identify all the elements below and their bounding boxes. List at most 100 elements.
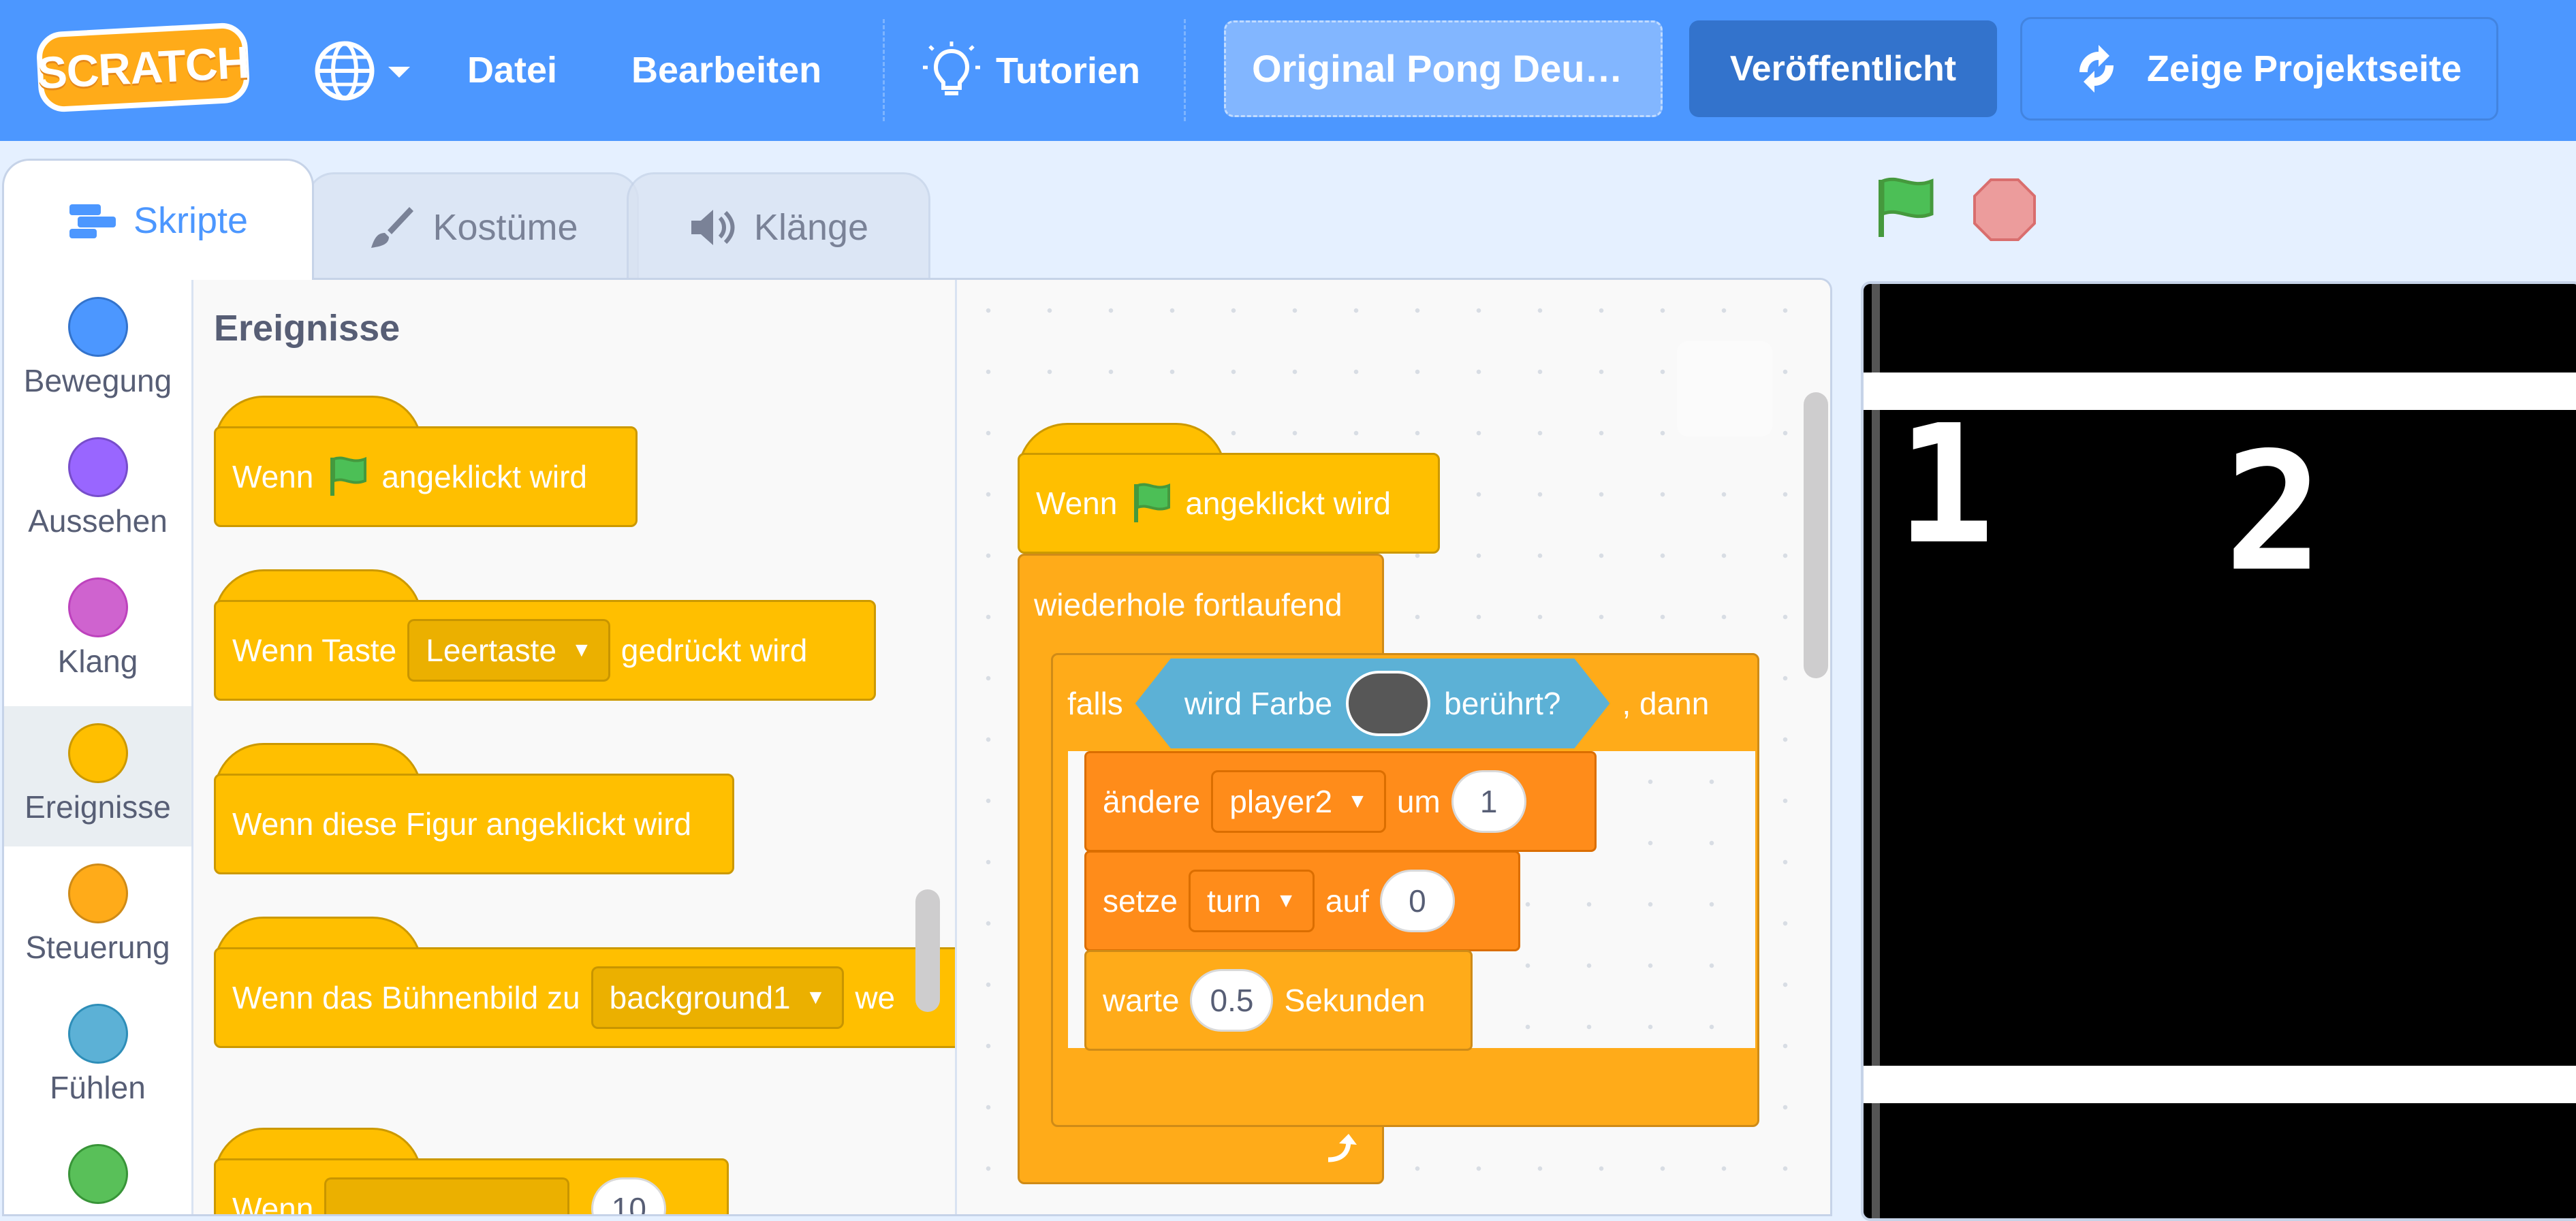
globe-icon xyxy=(315,41,375,101)
tab-costumes[interactable]: Kostüme xyxy=(307,172,639,280)
category-label: Aussehen xyxy=(28,503,168,539)
dropdown-value: Leertaste xyxy=(426,633,557,668)
touching-color-block[interactable]: wird Farbe berührt? xyxy=(1135,659,1610,748)
forever-label: wiederhole fortlaufend xyxy=(1034,587,1342,622)
change-amount-input[interactable]: 1 xyxy=(1451,770,1526,833)
tutorials-menu[interactable]: Tutorien xyxy=(921,0,1140,141)
block-text: Wenn Taste xyxy=(232,633,397,668)
block-text: setze xyxy=(1103,883,1178,919)
block-text: auf xyxy=(1325,883,1369,919)
scratch-logo[interactable]: SCRATCH xyxy=(35,21,251,114)
category-dot xyxy=(67,437,128,497)
workspace-scrollbar[interactable] xyxy=(1804,392,1828,678)
stage[interactable]: 1 2 xyxy=(1861,281,2576,1221)
tutorials-label: Tutorien xyxy=(996,50,1140,91)
category-control[interactable]: Steuerung xyxy=(4,846,191,987)
when-loudness-block[interactable]: Wenn 10 xyxy=(214,1158,729,1216)
category-sensing[interactable]: Fühlen xyxy=(4,987,191,1127)
when-key-pressed-block[interactable]: Wenn Taste Leertaste ▼ gedrückt wird xyxy=(214,600,876,701)
score-player2: 2 xyxy=(2225,417,2323,607)
category-label: Ereignisse xyxy=(25,789,171,825)
chevron-down-icon xyxy=(388,67,411,78)
script-workspace: Wenn angeklickt wird wiederhole fortlauf… xyxy=(958,280,1830,1214)
category-label: Bewegung xyxy=(23,363,172,398)
threshold-input[interactable]: 10 xyxy=(591,1177,667,1214)
dropdown-arrow-icon: ▼ xyxy=(1347,790,1368,812)
project-page-label: Zeige Projektseite xyxy=(2147,48,2462,89)
category-dot xyxy=(67,723,128,783)
menu-file[interactable]: Datei xyxy=(467,0,557,141)
palette-scrollbar[interactable] xyxy=(915,889,940,1012)
category-motion[interactable]: Bewegung xyxy=(4,280,191,420)
category-label: Klang xyxy=(57,644,138,679)
speaker-icon xyxy=(691,209,735,245)
category-events[interactable]: Ereignisse xyxy=(4,706,191,846)
color-picker[interactable] xyxy=(1346,671,1430,736)
change-variable-block[interactable]: ändere player2 ▼ um 1 xyxy=(1084,751,1597,852)
if-header: falls wird Farbe berührt? , dann xyxy=(1051,653,1725,754)
bottom-wall xyxy=(1864,1066,2576,1103)
key-dropdown[interactable]: Leertaste ▼ xyxy=(407,619,610,682)
tab-sounds[interactable]: Klänge xyxy=(627,172,930,280)
project-page-button[interactable]: Zeige Projektseite xyxy=(2020,17,2498,121)
see-project-icon xyxy=(2079,45,2114,93)
menu-bar: SCRATCH Datei Bearbeiten Tutorien Origin… xyxy=(0,0,2576,141)
script-when-flag-block[interactable]: Wenn angeklickt wird xyxy=(1018,453,1440,554)
block-text: Sekunden xyxy=(1284,983,1426,1018)
tab-scripts[interactable]: Skripte xyxy=(2,159,314,280)
block-text: angeklickt wird xyxy=(1185,486,1392,521)
wait-seconds-input[interactable]: 0.5 xyxy=(1190,969,1274,1032)
category-dot xyxy=(67,863,128,923)
stop-button[interactable] xyxy=(1972,177,2037,242)
category-operators[interactable] xyxy=(4,1127,191,1214)
tab-scripts-label: Skripte xyxy=(133,200,249,241)
block-text: berührt? xyxy=(1444,686,1561,721)
block-text: warte xyxy=(1103,983,1180,1018)
block-palette: Ereignisse Wenn angeklickt wird Wenn Tas… xyxy=(193,280,957,1216)
workspace-overlay xyxy=(1677,341,1772,437)
when-backdrop-switches-block[interactable]: Wenn das Bühnenbild zu background1 ▼ we xyxy=(214,947,955,1048)
block-text: Wenn das Bühnenbild zu xyxy=(232,980,580,1015)
project-title-input[interactable]: Original Pong Deu… xyxy=(1224,20,1663,117)
wait-block[interactable]: warte 0.5 Sekunden xyxy=(1084,950,1473,1051)
category-looks[interactable]: Aussehen xyxy=(4,420,191,560)
block-text: wird Farbe xyxy=(1184,686,1333,721)
block-text: Wenn xyxy=(232,1191,314,1216)
dropdown-arrow-icon: ▼ xyxy=(805,986,826,1009)
sensor-dropdown[interactable] xyxy=(324,1177,570,1214)
set-value-input[interactable]: 0 xyxy=(1379,870,1455,932)
block-text: Wenn diese Figur angeklickt wird xyxy=(232,806,692,842)
when-sprite-clicked-block[interactable]: Wenn diese Figur angeklickt wird xyxy=(214,774,734,874)
menu-divider xyxy=(1184,19,1186,121)
category-sound[interactable]: Klang xyxy=(4,560,191,701)
category-dot xyxy=(67,297,128,357)
menu-edit[interactable]: Bearbeiten xyxy=(631,0,821,141)
block-text: ändere xyxy=(1103,784,1201,819)
variable-dropdown[interactable]: turn ▼ xyxy=(1188,870,1315,932)
category-menu: Bewegung Aussehen Klang Ereignisse Steue… xyxy=(4,280,193,1214)
tab-sounds-label: Klänge xyxy=(753,206,869,248)
backdrop-dropdown[interactable]: background1 ▼ xyxy=(591,966,845,1029)
set-variable-block[interactable]: setze turn ▼ auf 0 xyxy=(1084,851,1520,951)
block-text: we xyxy=(855,980,896,1015)
brush-icon xyxy=(371,206,414,248)
category-dot xyxy=(67,1144,128,1204)
category-label: Steuerung xyxy=(25,930,170,965)
language-menu[interactable] xyxy=(313,39,419,102)
loop-arrow-icon xyxy=(1328,1134,1357,1162)
palette-heading: Ereignisse xyxy=(214,308,400,349)
category-dot xyxy=(67,1004,128,1064)
lightbulb-icon xyxy=(923,41,980,95)
block-text: , dann xyxy=(1622,686,1710,721)
variable-dropdown[interactable]: player2 ▼ xyxy=(1211,770,1386,833)
tab-costumes-label: Kostüme xyxy=(433,206,578,248)
code-editor: Bewegung Aussehen Klang Ereignisse Steue… xyxy=(2,278,1832,1216)
green-flag-icon xyxy=(330,456,367,496)
category-dot xyxy=(67,577,128,637)
block-text: angeklickt wird xyxy=(381,459,588,494)
green-flag-button[interactable] xyxy=(1872,174,1940,242)
share-button[interactable]: Veröffentlicht xyxy=(1689,20,1997,117)
dropdown-value: player2 xyxy=(1229,784,1333,819)
dropdown-arrow-icon: ▼ xyxy=(1276,889,1296,912)
when-flag-clicked-block[interactable]: Wenn angeklickt wird xyxy=(214,426,638,527)
